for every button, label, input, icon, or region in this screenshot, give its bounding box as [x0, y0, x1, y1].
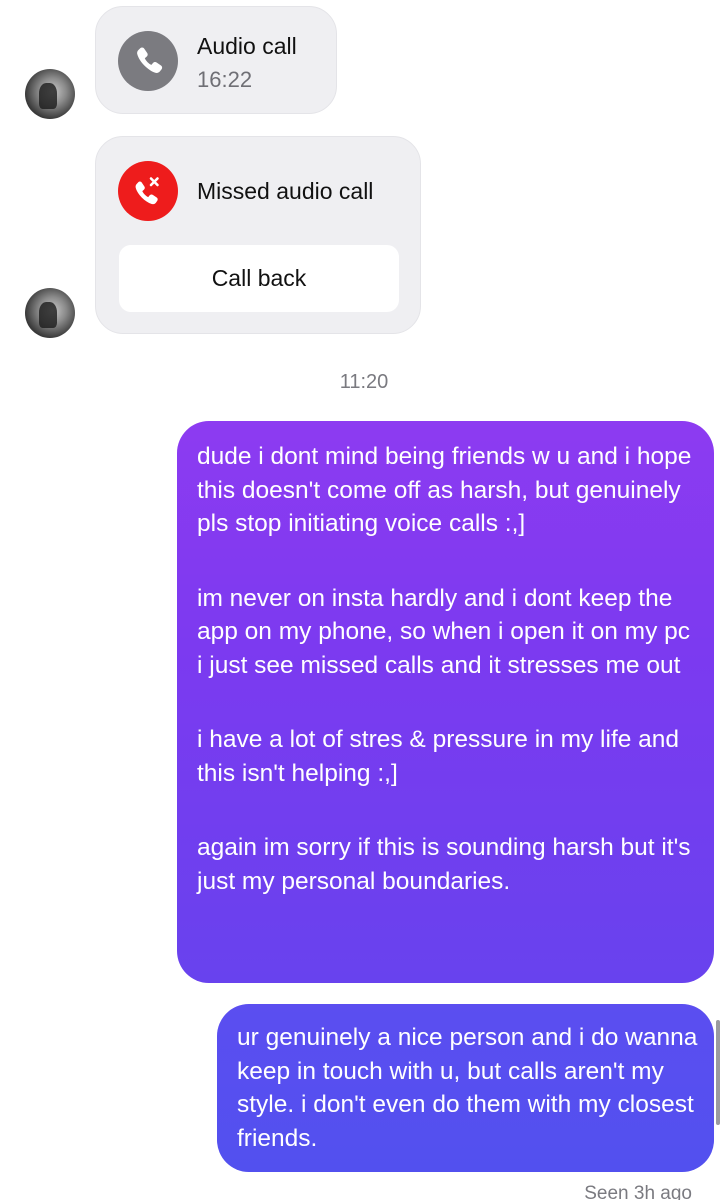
- missed-call-title: Missed audio call: [197, 178, 374, 204]
- seen-status: Seen 3h ago: [584, 1183, 692, 1200]
- message-timestamp: 11:20: [339, 371, 389, 393]
- message-paragraph: i have a lot of stres & pressure in my l…: [197, 726, 680, 787]
- outgoing-message-bubble[interactable]: dude i dont mind being friends w u and i…: [177, 421, 714, 983]
- contact-avatar[interactable]: [25, 288, 75, 338]
- call-back-button[interactable]: Call back: [119, 245, 399, 312]
- message-paragraph: dude i dont mind being friends w u and i…: [197, 443, 692, 537]
- outgoing-message-bubble[interactable]: ur genuinely a nice person and i do wann…: [217, 1004, 714, 1172]
- audio-call-card[interactable]: Audio call 16:22: [95, 6, 337, 114]
- missed-call-card: Missed audio call Call back: [95, 136, 421, 334]
- contact-avatar[interactable]: [25, 69, 75, 119]
- audio-call-time: 16:22: [197, 67, 253, 92]
- message-paragraph: ur genuinely a nice person and i do wann…: [237, 1024, 698, 1152]
- message-paragraph: again im sorry if this is sounding harsh…: [197, 834, 691, 895]
- chat-thread: Audio call 16:22 Missed audio call Call …: [0, 0, 728, 1200]
- audio-call-title: Audio call: [197, 33, 297, 59]
- phone-icon: [118, 31, 178, 91]
- message-paragraph: im never on insta hardly and i dont keep…: [197, 584, 691, 679]
- missed-call-icon: [118, 161, 178, 221]
- scrollbar[interactable]: [716, 1020, 720, 1125]
